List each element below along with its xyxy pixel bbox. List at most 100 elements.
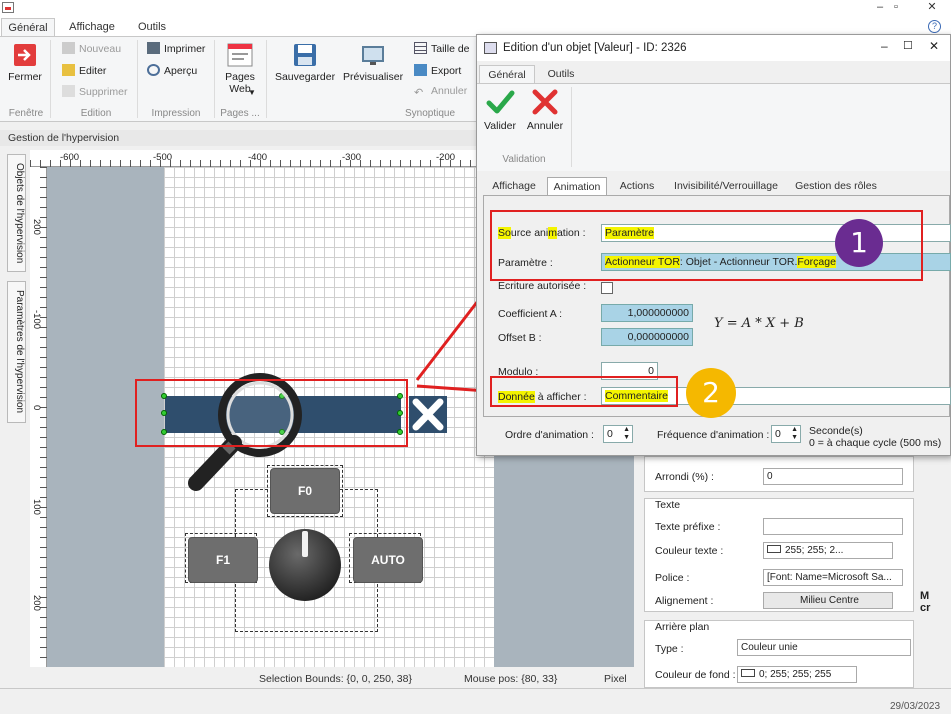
ordre-stepper[interactable]: 0 ▲ ▼ [603, 425, 633, 443]
magnifier-icon [147, 64, 160, 76]
export-label: Export [431, 65, 462, 77]
couleur-texte-value: 255; 255; 2... [785, 545, 844, 556]
ruler-top: -600 -500 -400 -300 -200 [30, 150, 476, 167]
exit-icon [14, 44, 36, 66]
editer-label: Editer [79, 65, 107, 77]
ruler-top-label: -400 [248, 152, 268, 163]
save-icon [294, 44, 316, 66]
freq-value: 0 [775, 428, 781, 440]
web-page-icon [227, 43, 253, 67]
arrondi-input[interactable]: 0 [763, 468, 903, 485]
close-symbol-object[interactable] [409, 396, 447, 433]
offset-label: Offset B : [498, 332, 542, 344]
dialog-maximize-icon[interactable]: ☐ [903, 39, 913, 52]
ecriture-label: Ecriture autorisée : [498, 280, 587, 292]
fermer-button[interactable]: Fermer [8, 42, 42, 83]
dialog-tab-general[interactable]: Général [479, 65, 535, 83]
arriere-plan-group: Arrière plan Type : Couleur unie Couleur… [644, 620, 914, 688]
clipped-text: M cr [920, 590, 931, 614]
status-date: 29/03/2023 [890, 701, 941, 712]
supprimer-label: Supprimer [79, 86, 128, 98]
coef-input[interactable]: 1,000000000 [601, 304, 693, 322]
nouveau-button[interactable]: Nouveau [62, 42, 121, 55]
subtab-invisibilite[interactable]: Invisibilité/Verrouillage [667, 177, 785, 195]
fond-input[interactable]: 0; 255; 255; 255 [737, 666, 857, 683]
tab-parametres-hypervision[interactable]: Paramètres de l'hypervision [7, 281, 26, 423]
dialog-tab-outils[interactable]: Outils [537, 65, 585, 83]
group-label-synoptique: Synoptique [404, 108, 456, 119]
previsualiser-label: Prévisualiser [343, 71, 404, 83]
annuler-button[interactable]: Annuler [525, 87, 565, 132]
group-label-impression: Impression [151, 108, 201, 119]
ruler-top-label: -200 [436, 152, 456, 163]
ecriture-checkbox[interactable] [601, 282, 613, 294]
tab-objets-hypervision[interactable]: Objets de l'hypervision [7, 154, 26, 272]
ordre-value: 0 [607, 428, 613, 440]
auto-button[interactable]: AUTO [353, 537, 423, 583]
type-select[interactable]: Couleur unie [737, 639, 911, 656]
freq-unit: Seconde(s) [809, 425, 863, 437]
annuler-ribbon-button[interactable]: ↶ Annuler [414, 85, 468, 99]
coef-label: Coefficient A : [498, 308, 563, 320]
fond-value: 0; 255; 255; 255 [759, 669, 832, 680]
ruler-left: 200 -100 0 100 200 [30, 167, 47, 667]
imprimer-button[interactable]: Imprimer [147, 42, 205, 55]
valider-label: Valider [484, 120, 516, 132]
tab-general[interactable]: Général [1, 18, 55, 36]
sauvegarder-label: Sauvegarder [274, 71, 336, 83]
police-input[interactable]: [Font: Name=Microsoft Sa... [763, 569, 903, 586]
annuler-ribbon-label: Annuler [431, 85, 468, 97]
selector-knob-icon[interactable] [267, 527, 343, 603]
alignement-select[interactable]: Milieu Centre [763, 592, 893, 609]
taille-button[interactable]: Taille de [414, 42, 470, 55]
grid-icon [414, 42, 427, 54]
arrondi-label: Arrondi (%) : [655, 471, 714, 483]
annuler-label: Annuler [526, 120, 564, 132]
valider-button[interactable]: Valider [483, 87, 517, 132]
preview-icon [362, 46, 384, 65]
editer-button[interactable]: Editer [62, 64, 106, 77]
subtab-gestion-roles[interactable]: Gestion des rôles [791, 177, 881, 195]
apercu-button[interactable]: Aperçu [147, 64, 197, 77]
offset-input[interactable]: 0,000000000 [601, 328, 693, 346]
formula-text: Y = A * X + B [714, 316, 804, 331]
dialog-close-icon[interactable]: ✕ [929, 39, 939, 53]
mouse-position: Mouse pos: {80, 33} [464, 673, 558, 685]
export-icon [414, 64, 427, 76]
bottom-bar: 29/03/2023 [0, 688, 951, 714]
texte-group: Texte Texte préfixe : Couleur texte : 25… [644, 498, 914, 612]
supprimer-button[interactable]: Supprimer [62, 85, 127, 98]
tab-outils[interactable]: Outils [128, 18, 176, 36]
maximize-icon[interactable]: ▫ [884, 0, 908, 16]
alignement-label: Alignement : [655, 595, 714, 607]
f1-button[interactable]: F1 [188, 537, 258, 583]
ruler-left-label: 200 [31, 219, 42, 235]
help-icon[interactable]: ? [928, 20, 941, 33]
red-highlight-box [490, 376, 678, 407]
export-button[interactable]: Export [414, 64, 461, 77]
close-icon[interactable]: ✕ [920, 0, 944, 16]
prefixe-label: Texte préfixe : [655, 521, 721, 533]
freq-stepper[interactable]: 0 ▲ ▼ [771, 425, 801, 443]
dialog-title: Edition d'un objet [Valeur] - ID: 2326 [477, 35, 950, 61]
sauvegarder-button[interactable]: Sauvegarder [274, 42, 336, 83]
fond-label: Couleur de fond : [655, 669, 736, 681]
dialog-minimize-icon[interactable]: – [881, 39, 888, 53]
step-badge-1: 1 [835, 219, 883, 267]
prefixe-input[interactable] [763, 518, 903, 535]
selection-bounds: Selection Bounds: {0, 0, 250, 38} [259, 673, 412, 685]
subtab-animation[interactable]: Animation [547, 177, 607, 195]
subtab-affichage[interactable]: Affichage [485, 177, 543, 195]
group-label-edition: Edition [80, 108, 112, 119]
nouveau-label: Nouveau [79, 43, 122, 55]
folder-icon [62, 64, 75, 76]
couleur-texte-input[interactable]: 255; 255; 2... [763, 542, 893, 559]
type-label: Type : [655, 643, 684, 655]
tab-affichage[interactable]: Affichage [63, 18, 121, 36]
subtab-actions[interactable]: Actions [613, 177, 661, 195]
check-icon [486, 90, 515, 114]
ruler-left-label: 100 [31, 499, 42, 515]
ordre-label: Ordre d'animation : [505, 429, 594, 441]
previsualiser-button[interactable]: Prévisualiser [343, 42, 403, 83]
ruler-left-label: -100 [31, 310, 42, 330]
